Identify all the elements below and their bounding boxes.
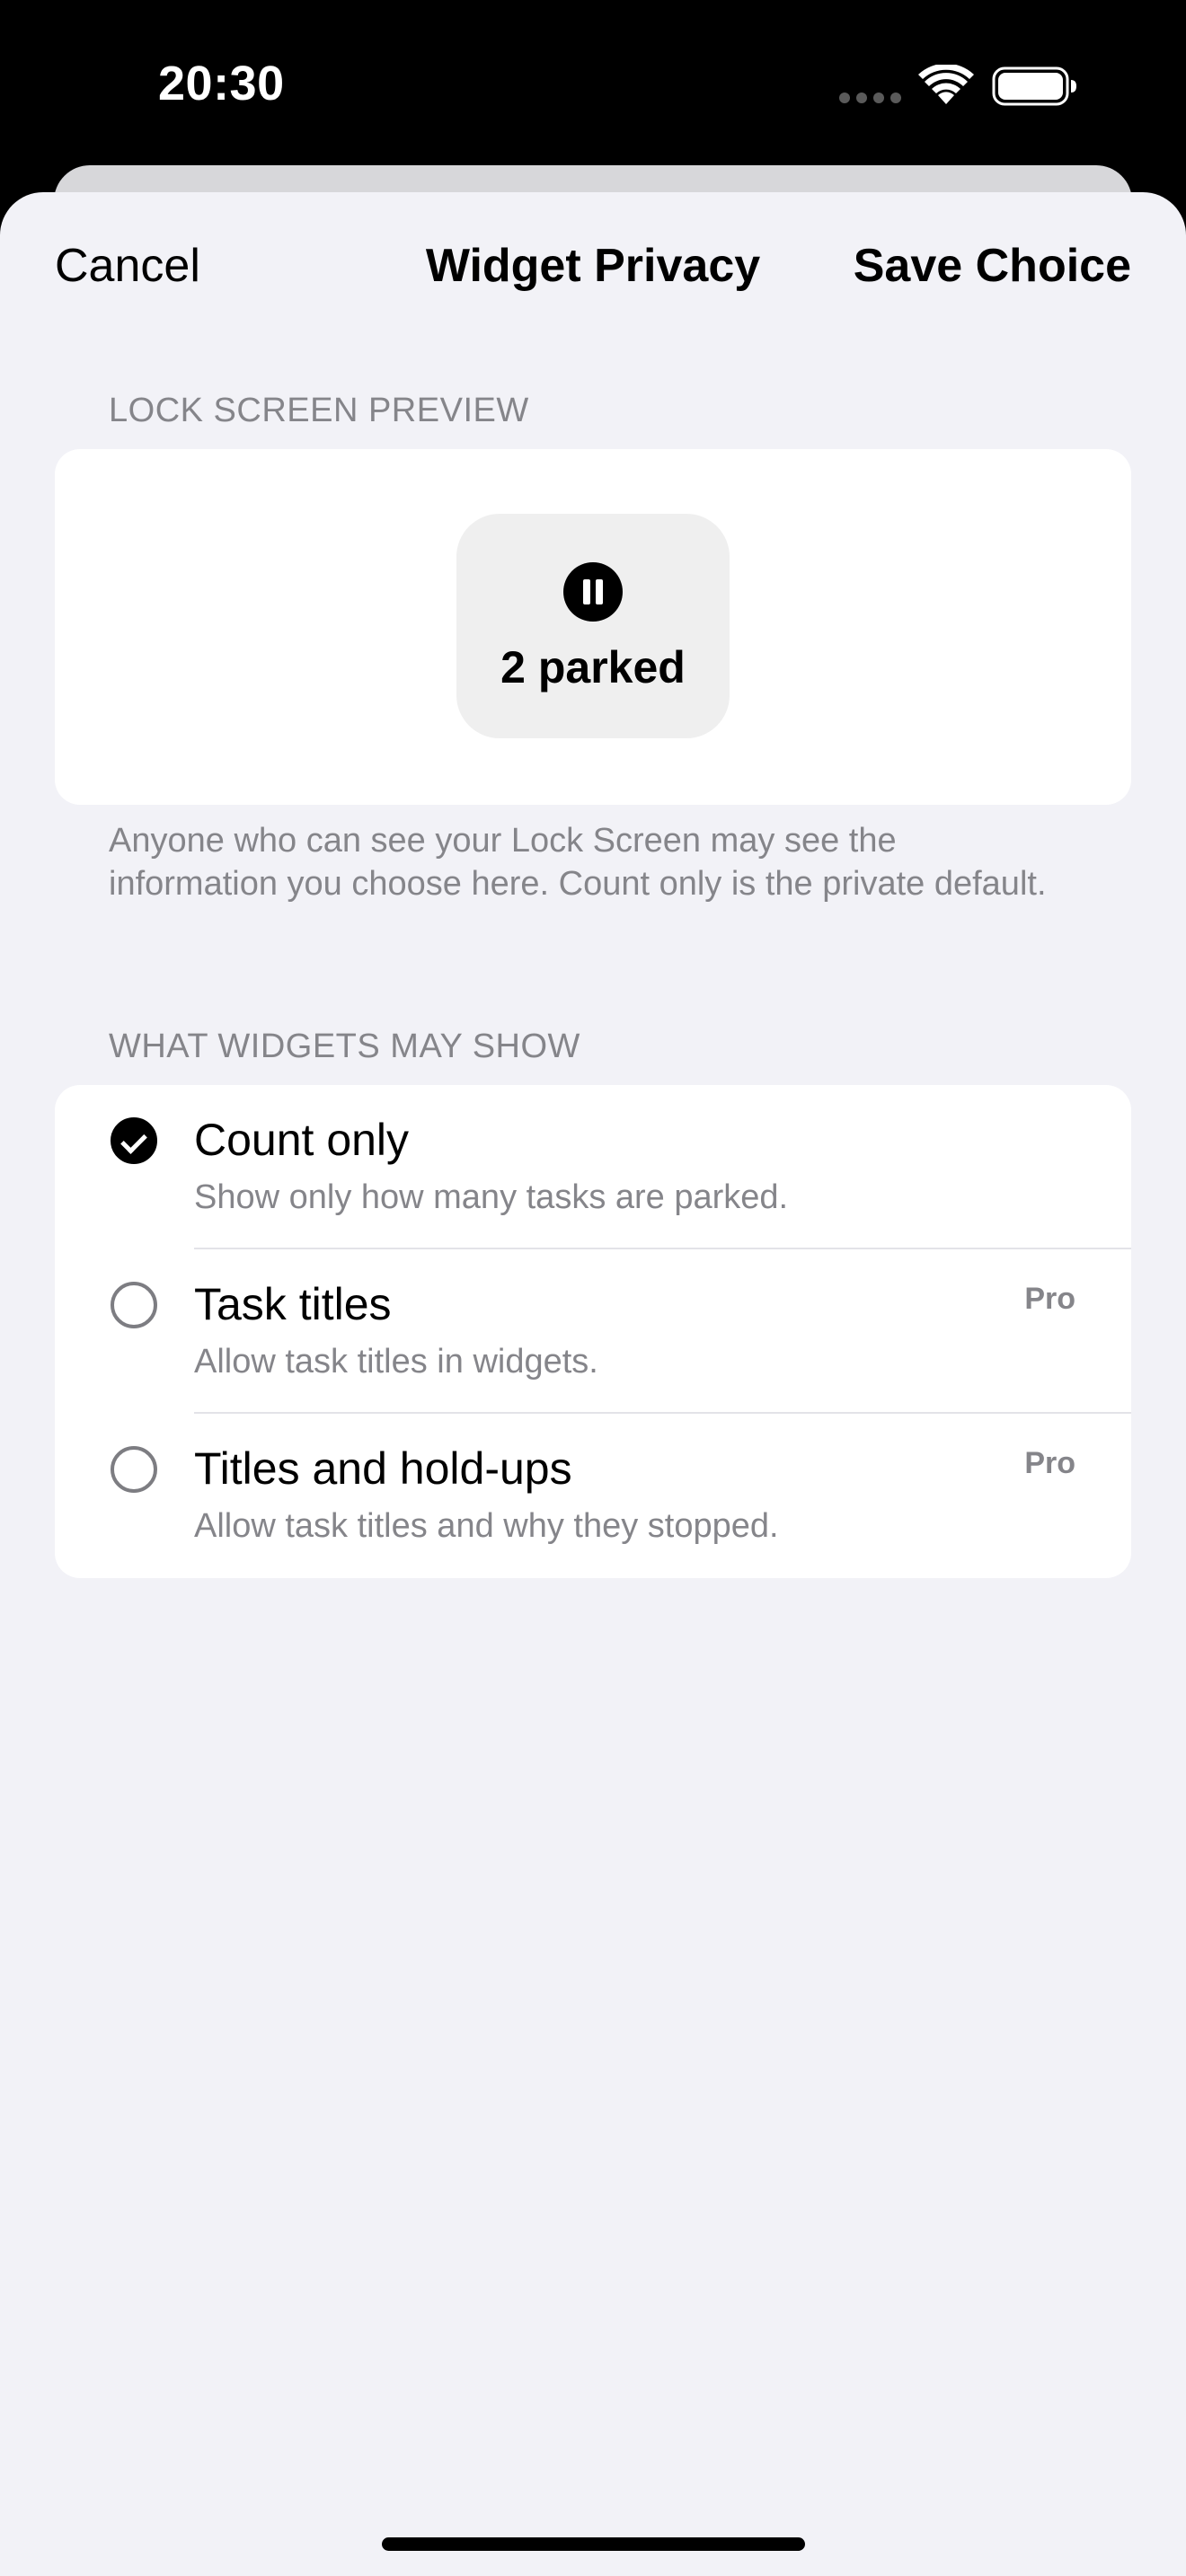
pause-circle-icon [563,562,623,622]
option-titles-and-hold-ups[interactable]: Titles and hold-ups Allow task titles an… [55,1414,1131,1578]
lock-screen-preview-card: 2 parked [55,449,1131,805]
option-title: Titles and hold-ups [194,1443,572,1494]
option-count-only[interactable]: Count only Show only how many tasks are … [55,1085,1131,1249]
option-title: Count only [194,1115,410,1165]
radio-empty-icon [111,1282,157,1328]
navigation-bar: Cancel Widget Privacy Save Choice [0,192,1186,354]
option-subtitle: Show only how many tasks are parked. [194,1178,789,1216]
battery-icon [992,66,1076,106]
option-subtitle: Allow task titles and why they stopped. [194,1507,779,1545]
checkmark-circle-icon [111,1117,157,1164]
section-header-options: WHAT WIDGETS MAY SHOW [109,1028,580,1065]
pro-badge: Pro [1024,1282,1075,1316]
wifi-icon [918,65,974,104]
widget-privacy-sheet: Cancel Widget Privacy Save Choice LOCK S… [0,192,1186,2576]
status-time: 20:30 [158,57,285,110]
save-choice-button[interactable]: Save Choice [854,239,1131,293]
option-task-titles[interactable]: Task titles Allow task titles in widgets… [55,1249,1131,1414]
widget-count-text: 2 parked [500,642,686,693]
option-subtitle: Allow task titles in widgets. [194,1343,598,1381]
cellular-dots-icon [839,93,901,103]
section-header-preview: LOCK SCREEN PREVIEW [109,392,529,429]
preview-footer-text: Anyone who can see your Lock Screen may … [109,822,1047,903]
radio-empty-icon [111,1446,157,1493]
pro-badge: Pro [1024,1446,1075,1480]
option-title: Task titles [194,1279,392,1329]
widget-options-list: Count only Show only how many tasks are … [55,1085,1131,1578]
home-indicator[interactable] [382,2537,805,2551]
widget-preview: 2 parked [456,514,730,738]
status-bar: 20:30 [0,0,1186,171]
